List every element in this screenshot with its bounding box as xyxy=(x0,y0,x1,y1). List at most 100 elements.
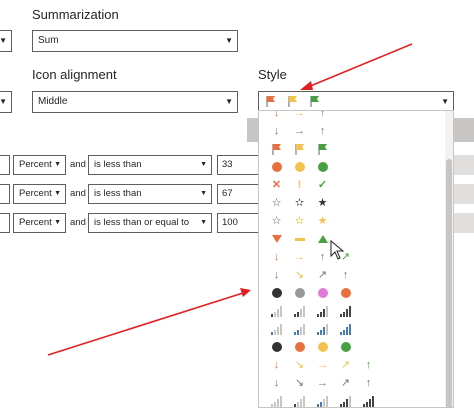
arrow-right-icon: → xyxy=(294,110,305,119)
arrow-right-icon: → xyxy=(294,250,305,263)
green-check-circle-icon xyxy=(311,159,334,175)
triangle-up-icon xyxy=(311,231,334,247)
background-bar xyxy=(454,184,474,204)
signal-bars-icon xyxy=(265,393,288,407)
rule-value-input[interactable]: 100 xyxy=(217,213,261,233)
star-empty-icon: ☆ xyxy=(271,196,282,209)
icon-set-option[interactable] xyxy=(265,159,334,175)
arrow-down-icon: ↓ xyxy=(273,110,280,119)
rule-and-label: and xyxy=(70,217,86,228)
exclamation-icon: ! xyxy=(297,178,302,191)
chevron-down-icon: ▼ xyxy=(441,97,449,106)
chevron-down-icon: ▼ xyxy=(200,219,207,226)
arrow-down-icon: ↓ xyxy=(273,268,280,281)
scrollbar-thumb[interactable] xyxy=(446,159,452,407)
arrow-up-right-icon: ↗ xyxy=(317,268,328,281)
icon-set-option[interactable]: ✕ ! ✓ xyxy=(265,177,334,193)
icon-set-option[interactable]: ↓ ↘ → ↗ ↑ xyxy=(265,357,380,373)
icon-set-option[interactable] xyxy=(265,285,357,301)
rule-operator-value: is less than or equal to xyxy=(94,217,190,228)
icon-set-option[interactable]: ↓ → ↑ ↗ xyxy=(265,249,357,265)
icon-set-option[interactable]: ☆ ✫ ★ xyxy=(265,195,334,211)
chevron-down-icon: ▼ xyxy=(200,161,207,168)
icon-set-option[interactable]: ☆ ✫ ★ xyxy=(265,213,334,229)
rule-left-box[interactable] xyxy=(0,213,10,233)
red-flag-icon xyxy=(266,96,275,107)
rule-value-input[interactable]: 33 xyxy=(217,155,261,175)
signal-bars-icon xyxy=(311,321,334,337)
rule-left-box[interactable] xyxy=(0,184,10,204)
style-dropdown-list[interactable]: ↓ → ↑ ↓ → ↑ ✕ ! ✓ ☆ ✫ ★ ☆ ✫ ★ ↓ → ↑ ↗ ↓ … xyxy=(258,110,454,408)
rule-unit-value: Percent xyxy=(19,217,52,228)
style-selected-flags xyxy=(266,96,320,107)
gray-circle-icon xyxy=(288,285,311,301)
signal-bars-icon xyxy=(288,321,311,337)
signal-bars-icon xyxy=(357,393,380,407)
star-half-icon: ✫ xyxy=(294,214,305,227)
yellow-flag-icon xyxy=(288,141,311,157)
arrow-down-right-icon: ↘ xyxy=(294,268,305,281)
arrow-down-icon: ↓ xyxy=(273,250,280,263)
check-mark-icon: ✓ xyxy=(317,178,328,191)
signal-bars-icon xyxy=(311,303,334,319)
red-circle-icon xyxy=(288,339,311,355)
green-circle-icon xyxy=(334,339,357,355)
rule-operator-dropdown[interactable]: is less than ▼ xyxy=(88,184,212,204)
yellow-circle-icon xyxy=(311,339,334,355)
rule-unit-value: Percent xyxy=(19,188,52,199)
red-circle-icon xyxy=(334,285,357,301)
chevron-down-icon: ▼ xyxy=(225,97,233,106)
icon-set-option[interactable] xyxy=(265,141,334,157)
chevron-down-icon: ▼ xyxy=(200,190,207,197)
arrow-down-right-icon: ↘ xyxy=(294,358,305,371)
arrow-up-icon: ↑ xyxy=(342,268,349,281)
icon-set-option[interactable]: ↓ ↘ ↗ ↑ xyxy=(265,267,357,283)
arrow-up-icon: ↑ xyxy=(365,376,372,389)
rule-left-box[interactable] xyxy=(0,155,10,175)
rule-unit-value: Percent xyxy=(19,159,52,170)
rule-value-input[interactable]: 67 xyxy=(217,184,261,204)
summarization-dropdown[interactable]: Sum ▼ xyxy=(32,30,238,52)
icon-alignment-dropdown[interactable]: Middle ▼ xyxy=(32,91,238,113)
black-circle-icon xyxy=(265,285,288,301)
rule-unit-dropdown[interactable]: Percent ▼ xyxy=(13,213,66,233)
dash-icon xyxy=(288,231,311,247)
green-flag-icon xyxy=(311,141,334,157)
icon-set-option[interactable] xyxy=(265,393,380,407)
rule-operator-dropdown[interactable]: is less than or equal to ▼ xyxy=(88,213,212,233)
summarization-heading: Summarization xyxy=(32,7,119,22)
arrow-down-icon: ↓ xyxy=(273,376,280,389)
rule-operator-value: is less than xyxy=(94,159,142,170)
arrow-up-icon: ↑ xyxy=(319,110,326,119)
signal-bars-icon xyxy=(288,303,311,319)
background-bar xyxy=(454,118,474,142)
x-mark-icon: ✕ xyxy=(271,178,282,191)
cropped-dropdown-1[interactable]: ▼ xyxy=(0,30,12,52)
icon-set-option[interactable]: ↓ → ↑ xyxy=(265,110,334,121)
rule-unit-dropdown[interactable]: Percent ▼ xyxy=(13,184,66,204)
rule-operator-value: is less than xyxy=(94,188,142,199)
icon-alignment-heading: Icon alignment xyxy=(32,67,117,82)
arrow-up-right-icon: ↗ xyxy=(340,358,351,371)
icon-set-option[interactable]: ↓ → ↑ xyxy=(265,123,334,139)
icon-set-option[interactable] xyxy=(265,339,357,355)
annotation-arrow-top xyxy=(300,43,413,90)
icon-set-option[interactable] xyxy=(265,231,334,247)
arrow-down-right-icon: ↘ xyxy=(294,376,305,389)
chevron-down-icon: ▼ xyxy=(54,161,61,168)
red-flag-icon xyxy=(265,141,288,157)
rule-unit-dropdown[interactable]: Percent ▼ xyxy=(13,155,66,175)
background-bar xyxy=(454,213,474,233)
summarization-value: Sum xyxy=(38,35,59,46)
star-empty-icon: ☆ xyxy=(271,214,282,227)
cropped-dropdown-2[interactable]: ▼ xyxy=(0,91,12,113)
icon-set-option[interactable]: ↓ ↘ → ↗ ↑ xyxy=(265,375,380,391)
chevron-down-icon: ▼ xyxy=(0,31,7,51)
background-bar xyxy=(454,155,474,175)
rule-operator-dropdown[interactable]: is less than ▼ xyxy=(88,155,212,175)
signal-bars-icon xyxy=(265,303,288,319)
pink-circle-icon xyxy=(311,285,334,301)
icon-set-option[interactable] xyxy=(265,303,357,319)
icon-set-option[interactable] xyxy=(265,321,357,337)
chevron-down-icon: ▼ xyxy=(0,92,7,112)
